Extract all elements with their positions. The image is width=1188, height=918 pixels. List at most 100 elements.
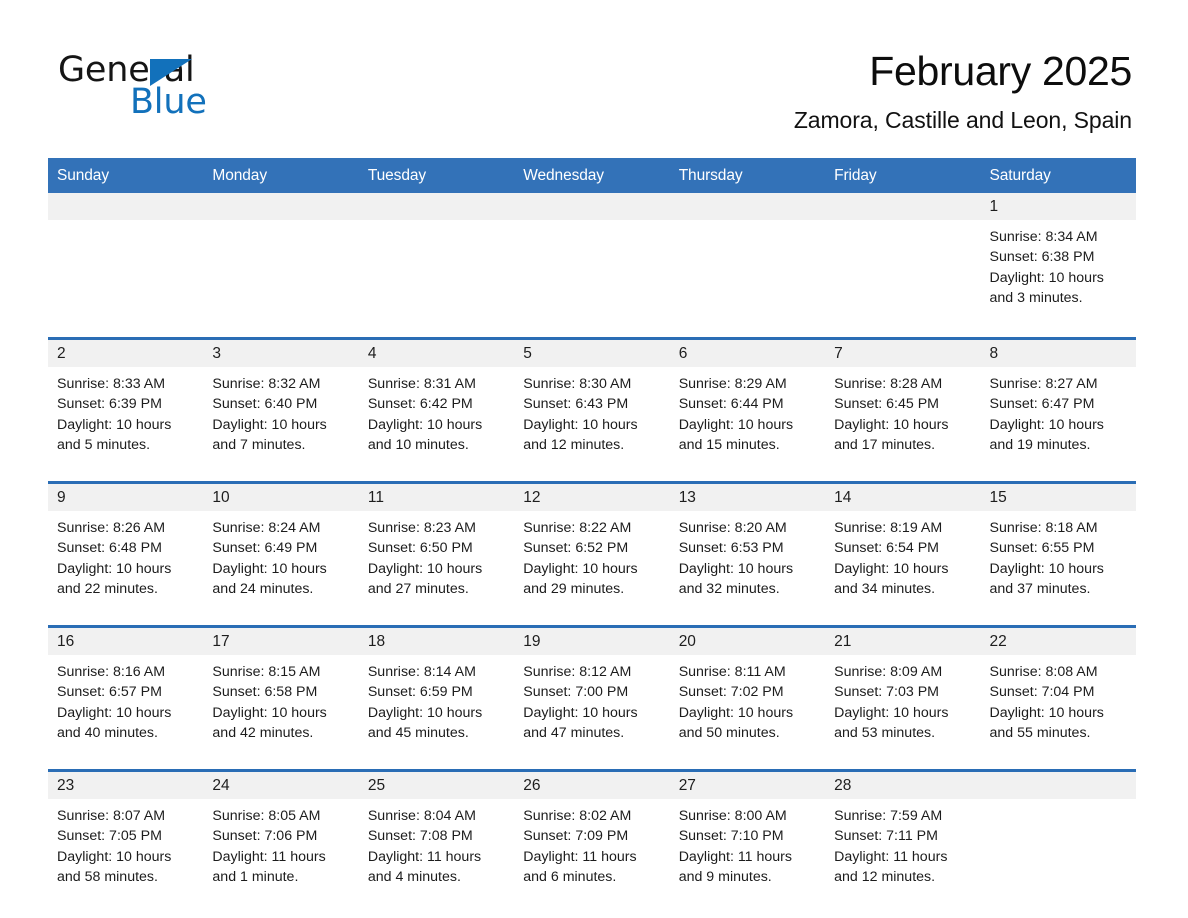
- calendar-day-cell[interactable]: 27 Sunrise: 8:00 AM Sunset: 7:10 PM Dayligh…: [669, 769, 826, 904]
- daylight-text: Daylight: 10 hours and 10 minutes.: [367, 416, 483, 453]
- day-sun-info: Sunrise: 8:19 AM Sunset: 6:54 PM Daylight:…: [825, 511, 980, 599]
- calendar-day-cell[interactable]: 22 Sunrise: 8:08 AM Sunset: 7:04 PM Dayligh…: [980, 625, 1136, 760]
- daylight-text: Daylight: 10 hours and 29 minutes.: [523, 560, 638, 597]
- calendar-day-cell[interactable]: 15 Sunrise: 8:18 AM Sunset: 6:55 PM Dayligh…: [980, 481, 1136, 616]
- sunrise-text: Sunrise: 8:27 AM: [989, 376, 1098, 392]
- day-cell-content: [203, 193, 359, 328]
- sunset-text: Sunset: 6:57 PM: [57, 684, 162, 701]
- day-cell-content: 15 Sunrise: 8:18 AM Sunset: 6:55 PM Dayligh…: [980, 484, 1136, 616]
- page-title: February 2025: [869, 48, 1132, 94]
- sunrise-text: Sunrise: 8:12 AM: [523, 664, 632, 680]
- calendar-day-cell[interactable]: 2 Sunrise: 8:33 AM Sunset: 6:39 PM Daylight…: [48, 337, 204, 472]
- calendar-page: General Blue February 2025 Zamora, Casti…: [0, 0, 1188, 918]
- calendar-day-cell[interactable]: 12 Sunrise: 8:22 AM Sunset: 6:52 PM Dayligh…: [514, 481, 670, 616]
- calendar-day-cell[interactable]: 26 Sunrise: 8:02 AM Sunset: 7:09 PM Dayligh…: [514, 769, 670, 904]
- calendar-day-cell[interactable]: 18 Sunrise: 8:14 AM Sunset: 6:59 PM Dayligh…: [358, 625, 515, 760]
- sunset-text: Sunset: 7:06 PM: [212, 828, 318, 845]
- calendar-day-cell[interactable]: 25 Sunrise: 8:04 AM Sunset: 7:08 PM Dayligh…: [358, 769, 515, 904]
- sunset-text: Sunset: 6:44 PM: [678, 396, 784, 413]
- sunset-text: Sunset: 6:49 PM: [212, 540, 318, 557]
- calendar-day-cell[interactable]: 24 Sunrise: 8:05 AM Sunset: 7:06 PM Dayligh…: [203, 769, 359, 904]
- day-cell-content: 10 Sunrise: 8:24 AM Sunset: 6:49 PM Dayligh…: [203, 484, 359, 616]
- calendar-day-cell[interactable]: 21 Sunrise: 8:09 AM Sunset: 7:03 PM Dayligh…: [825, 625, 981, 760]
- day-cell-content: 21 Sunrise: 8:09 AM Sunset: 7:03 PM Dayligh…: [825, 628, 981, 760]
- calendar-week-row: 2 Sunrise: 8:33 AM Sunset: 6:39 PM Daylight…: [48, 337, 1136, 472]
- calendar-week-row: 9 Sunrise: 8:26 AM Sunset: 6:48 PM Daylight…: [48, 481, 1136, 616]
- generalblue-logo[interactable]: General Blue: [58, 52, 358, 122]
- calendar-day-cell[interactable]: 1 Sunrise: 8:34 AM Sunset: 6:38 PM Daylight…: [980, 193, 1136, 328]
- calendar-day-cell[interactable]: 17 Sunrise: 8:15 AM Sunset: 6:58 PM Dayligh…: [203, 625, 359, 760]
- day-cell-content: 4 Sunrise: 8:31 AM Sunset: 6:42 PM Daylight…: [358, 340, 515, 472]
- sunrise-text: Sunrise: 8:20 AM: [678, 520, 787, 536]
- calendar-day-cell: [358, 193, 515, 328]
- calendar-day-cell: [669, 193, 826, 328]
- week-spacer: [48, 616, 1136, 627]
- day-number: 14: [825, 484, 981, 511]
- calendar-day-cell[interactable]: 4 Sunrise: 8:31 AM Sunset: 6:42 PM Daylight…: [358, 337, 515, 472]
- day-sun-info: Sunrise: 8:11 AM Sunset: 7:02 PM Daylight:…: [670, 655, 825, 743]
- calendar-day-cell[interactable]: 8 Sunrise: 8:27 AM Sunset: 6:47 PM Daylight…: [980, 337, 1136, 472]
- calendar-week-row: 16 Sunrise: 8:16 AM Sunset: 6:57 PM Dayligh…: [48, 625, 1136, 760]
- calendar-day-cell[interactable]: 20 Sunrise: 8:11 AM Sunset: 7:02 PM Dayligh…: [669, 625, 826, 760]
- day-sun-info: Sunrise: 8:14 AM Sunset: 6:59 PM Daylight:…: [359, 655, 514, 743]
- sunset-text: Sunset: 6:50 PM: [367, 540, 473, 557]
- calendar-day-cell[interactable]: 3 Sunrise: 8:32 AM Sunset: 6:40 PM Daylight…: [203, 337, 359, 472]
- week-spacer: [48, 328, 1136, 339]
- sunset-text: Sunset: 6:42 PM: [367, 396, 473, 413]
- sunrise-text: Sunrise: 8:07 AM: [57, 808, 166, 824]
- calendar-day-cell: [48, 193, 204, 328]
- calendar-day-cell[interactable]: 28 Sunrise: 7:59 AM Sunset: 7:11 PM Dayligh…: [825, 769, 981, 904]
- calendar-day-cell[interactable]: 16 Sunrise: 8:16 AM Sunset: 6:57 PM Dayligh…: [48, 625, 204, 760]
- calendar-day-cell[interactable]: 7 Sunrise: 8:28 AM Sunset: 6:45 PM Daylight…: [825, 337, 981, 472]
- calendar-day-cell: [980, 769, 1136, 904]
- calendar-day-cell[interactable]: 13 Sunrise: 8:20 AM Sunset: 6:53 PM Dayligh…: [669, 481, 826, 616]
- day-number: [980, 772, 1136, 799]
- day-sun-info: Sunrise: 8:00 AM Sunset: 7:10 PM Daylight:…: [670, 799, 825, 887]
- daylight-text: Daylight: 10 hours and 53 minutes.: [834, 704, 949, 741]
- calendar-day-cell[interactable]: 6 Sunrise: 8:29 AM Sunset: 6:44 PM Daylight…: [669, 337, 826, 472]
- calendar-day-cell[interactable]: 9 Sunrise: 8:26 AM Sunset: 6:48 PM Daylight…: [48, 481, 204, 616]
- day-number: 27: [669, 772, 826, 799]
- day-sun-info: Sunrise: 7:59 AM Sunset: 7:11 PM Daylight:…: [825, 799, 980, 887]
- daylight-text: Daylight: 10 hours and 12 minutes.: [523, 416, 638, 453]
- sunset-text: Sunset: 7:09 PM: [523, 828, 629, 845]
- calendar-day-cell[interactable]: 23 Sunrise: 8:07 AM Sunset: 7:05 PM Dayligh…: [48, 769, 204, 904]
- day-sun-info: Sunrise: 8:16 AM Sunset: 6:57 PM Daylight:…: [48, 655, 203, 743]
- sunset-text: Sunset: 6:38 PM: [989, 249, 1095, 266]
- daylight-text: Daylight: 10 hours and 24 minutes.: [212, 560, 327, 597]
- day-number: 11: [358, 484, 515, 511]
- day-cell-content: 2 Sunrise: 8:33 AM Sunset: 6:39 PM Daylight…: [48, 340, 204, 472]
- sunrise-text: Sunrise: 8:19 AM: [834, 520, 943, 536]
- sunrise-text: Sunrise: 8:16 AM: [57, 664, 166, 680]
- calendar-day-cell[interactable]: 14 Sunrise: 8:19 AM Sunset: 6:54 PM Dayligh…: [825, 481, 981, 616]
- day-cell-content: 16 Sunrise: 8:16 AM Sunset: 6:57 PM Dayligh…: [48, 628, 204, 760]
- day-cell-content: 14 Sunrise: 8:19 AM Sunset: 6:54 PM Dayligh…: [825, 484, 981, 616]
- day-cell-content: 22 Sunrise: 8:08 AM Sunset: 7:04 PM Dayligh…: [980, 628, 1136, 760]
- day-cell-content: 5 Sunrise: 8:30 AM Sunset: 6:43 PM Daylight…: [514, 340, 670, 472]
- day-number: 19: [514, 628, 670, 655]
- day-cell-content: 8 Sunrise: 8:27 AM Sunset: 6:47 PM Daylight…: [980, 340, 1136, 472]
- day-cell-content: [980, 772, 1136, 904]
- calendar-day-cell[interactable]: 10 Sunrise: 8:24 AM Sunset: 6:49 PM Dayligh…: [203, 481, 359, 616]
- calendar-week-row: 23 Sunrise: 8:07 AM Sunset: 7:05 PM Dayligh…: [48, 769, 1136, 904]
- day-cell-content: 9 Sunrise: 8:26 AM Sunset: 6:48 PM Daylight…: [48, 484, 204, 616]
- day-sun-info: Sunrise: 8:15 AM Sunset: 6:58 PM Daylight:…: [203, 655, 358, 743]
- sunrise-text: Sunrise: 8:22 AM: [523, 520, 632, 536]
- day-sun-info: Sunrise: 8:12 AM Sunset: 7:00 PM Daylight:…: [514, 655, 669, 743]
- day-sun-info: Sunrise: 8:22 AM Sunset: 6:52 PM Daylight:…: [514, 511, 669, 599]
- calendar-day-cell[interactable]: 19 Sunrise: 8:12 AM Sunset: 7:00 PM Dayligh…: [514, 625, 670, 760]
- calendar-day-cell[interactable]: 11 Sunrise: 8:23 AM Sunset: 6:50 PM Dayligh…: [358, 481, 515, 616]
- sunrise-text: Sunrise: 8:02 AM: [523, 808, 632, 824]
- day-cell-content: 26 Sunrise: 8:02 AM Sunset: 7:09 PM Dayligh…: [514, 772, 670, 904]
- calendar-day-cell[interactable]: 5 Sunrise: 8:30 AM Sunset: 6:43 PM Daylight…: [514, 337, 670, 472]
- daylight-text: Daylight: 10 hours and 45 minutes.: [367, 704, 483, 741]
- calendar-grid-container: Sunday Monday Tuesday Wednesday Thursday…: [48, 158, 1136, 904]
- sunrise-text: Sunrise: 8:33 AM: [57, 376, 166, 392]
- day-number: 28: [825, 772, 981, 799]
- sunrise-text: Sunrise: 8:18 AM: [989, 520, 1098, 536]
- sunrise-text: Sunrise: 8:23 AM: [367, 520, 476, 536]
- day-cell-content: 19 Sunrise: 8:12 AM Sunset: 7:00 PM Dayligh…: [514, 628, 670, 760]
- calendar-week-row: 1 Sunrise: 8:34 AM Sunset: 6:38 PM Daylight…: [48, 193, 1136, 328]
- day-cell-content: 6 Sunrise: 8:29 AM Sunset: 6:44 PM Daylight…: [669, 340, 826, 472]
- sunset-text: Sunset: 6:59 PM: [367, 684, 473, 701]
